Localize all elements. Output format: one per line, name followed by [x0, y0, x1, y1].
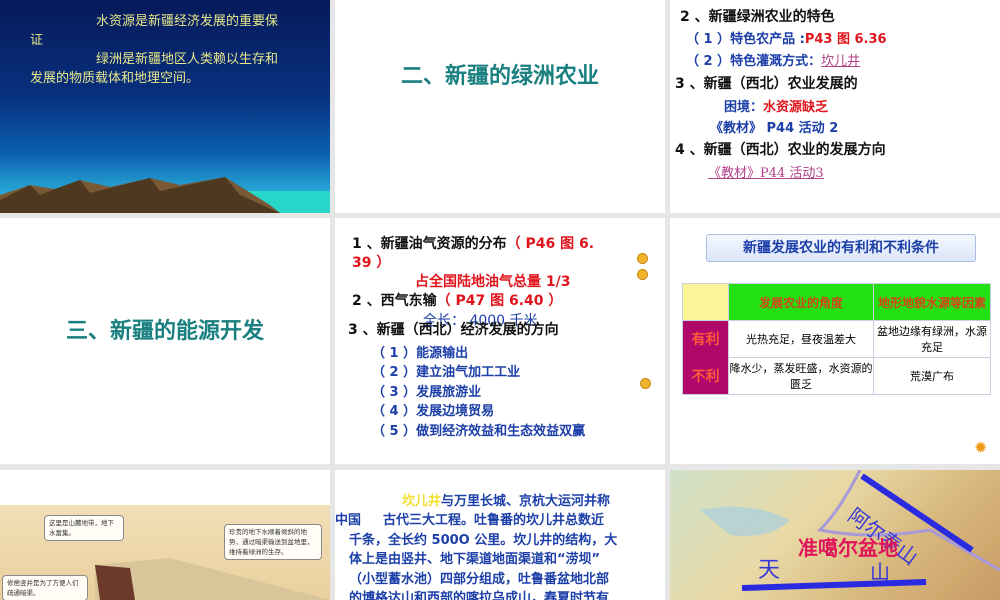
slide-2-thumbnail[interactable]: 二、新疆的绿洲农业 — [335, 0, 665, 213]
col-header: 发展农业的角度 — [727, 283, 875, 321]
slide-1-thumbnail[interactable]: 水资源是新疆经济发展的重要保 证 绿洲是新疆地区人类赖以生存和 发展的物质载体和… — [0, 0, 330, 213]
slide1-line2: 证 — [30, 33, 44, 48]
slide-5-thumbnail[interactable]: 1 、新疆油气资源的分布（ P46 图 6. 39 ） 占全国陆地油气总量 1/… — [335, 218, 665, 464]
sub-item: （ 1 ）能源输出 — [372, 346, 469, 361]
row-label-favorable: 有利 — [682, 320, 729, 358]
item-2: 2 、新疆绿洲农业的特色 — [680, 9, 835, 25]
callout-note: 珍贵的地下水顺着倾斜的地势，通过暗渠输送到盆地里，维持着绿洲的生存。 — [224, 524, 322, 560]
para-line: （小型蓄水池）四部分组成，吐鲁番盆地北部 — [349, 572, 610, 587]
sub2-label: （ 2 ）特色灌溉方式： — [686, 54, 822, 69]
slide-4-thumbnail[interactable]: 三、新疆的能源开发 — [0, 218, 330, 464]
sub-1: （ 1 ）特色农产品 :P43 图 6.36 — [686, 28, 887, 47]
dilemma: 困境：水资源缺乏 — [724, 96, 828, 115]
mountains-illustration — [0, 177, 330, 213]
sub-item: （ 3 ）发展旅游业 — [372, 385, 482, 400]
activity-3-link[interactable]: 《教材》P44 活动3 — [708, 162, 824, 181]
para-line: 的博格达山和西部的喀拉乌成山，春夏时节有 — [349, 591, 610, 600]
slide-6-thumbnail[interactable]: 新疆发展农业的有利和不利条件 发展农业的角度 地形地貌水源等因素 有利 光热充足… — [670, 218, 1000, 464]
smiley-icon — [640, 378, 651, 389]
conditions-table: 发展农业的角度 地形地貌水源等因素 有利 光热充足，昼夜温差大 盆地边缘有绿洲，… — [682, 283, 991, 395]
sub1-label: （ 1 ）特色农产品 : — [686, 32, 805, 47]
shan-label: 山 — [870, 560, 890, 584]
slide-8-thumbnail[interactable]: 坎儿井与万里长城、京杭大运河并称 中国 古代三大工程。吐鲁番的坎儿井总数近 千条，… — [335, 470, 665, 600]
slide4-title: 三、新疆的能源开发 — [65, 319, 264, 344]
sun-icon: ✹ — [974, 438, 988, 457]
banner-title: 新疆发展农业的有利和不利条件 — [706, 234, 976, 262]
slide1-line4: 发展的物质载体和地理空间。 — [30, 71, 200, 86]
callout-note: 修凿竖井是为了方便人们疏通暗渠。 — [2, 575, 88, 600]
slide2-title: 二、新疆的绿洲农业 — [400, 64, 599, 89]
para-line: 体上是由竖井、地下渠道地面渠道和“涝坝” — [349, 552, 601, 567]
smiley-icon — [637, 253, 648, 264]
slide1-line1: 水资源是新疆经济发展的重要保 — [96, 14, 279, 29]
item-2: 2 、西气东输 — [352, 293, 437, 309]
para-line: 古代三大工程。吐鲁番的坎儿井总数近 — [383, 513, 605, 528]
item-4: 4 、新疆（西北）农业的发展方向 — [675, 142, 886, 158]
corner-cell — [682, 283, 729, 321]
smiley-icon — [637, 269, 648, 280]
slide-7-thumbnail[interactable]: 这里是山麓地带，地下水富集。 珍贵的地下水顺着倾斜的地势，通过暗渠输送到盆地里，… — [0, 470, 330, 600]
table-cell: 降水少，蒸发旺盛，水资源的匮乏 — [727, 357, 875, 395]
item2-ref: （ P47 图 6.40 ） — [436, 293, 563, 309]
item1-ref2: 39 ） — [352, 255, 391, 271]
slide1-line3: 绿洲是新疆地区人类赖以生存和 — [96, 52, 279, 67]
sub-item: （ 4 ）发展边境贸易 — [372, 404, 495, 419]
item-1: 1 、新疆油气资源的分布 — [352, 236, 507, 252]
tian-label: 天 — [758, 558, 781, 583]
sub-item: （ 5 ）做到经济效益和生态效益双赢 — [372, 424, 586, 439]
col-header: 地形地貌水源等因素 — [873, 283, 991, 321]
slide-3-thumbnail[interactable]: 2 、新疆绿洲农业的特色 （ 1 ）特色农产品 :P43 图 6.36 （ 2 … — [670, 0, 1000, 213]
item-3: 3 、新疆（西北）经济发展的方向 — [348, 322, 559, 338]
activity-2: 《教材》 P44 活动 2 — [710, 121, 839, 136]
item-3: 3 、新疆（西北）农业发展的 — [675, 76, 858, 92]
karez-highlight: 坎儿井 — [402, 494, 442, 509]
karez-link[interactable]: 坎儿井 — [821, 54, 860, 69]
item1-ref: （ P46 图 6. — [506, 236, 595, 252]
para-line: 千条，全长约 500O 公里。坎儿井的结构，大 — [349, 533, 618, 548]
dilemma-label: 困境： — [724, 100, 764, 115]
slide-9-thumbnail[interactable]: 阿尔泰山 准噶尔盆地 天 山 — [670, 470, 1000, 600]
table-cell: 荒漠广布 — [873, 357, 991, 395]
callout-note: 这里是山麓地带，地下水富集。 — [44, 515, 124, 541]
row-label-unfavorable: 不利 — [682, 357, 729, 395]
sub1-ref: P43 图 6.36 — [804, 32, 887, 47]
para-line: 中国 — [335, 513, 362, 528]
table-cell: 光热充足，昼夜温差大 — [727, 320, 875, 358]
sub-item: （ 2 ）建立油气加工工业 — [372, 365, 521, 380]
sub-2: （ 2 ）特色灌溉方式：坎儿井 — [686, 50, 860, 69]
dilemma-value: 水资源缺乏 — [763, 100, 829, 115]
table-cell: 盆地边缘有绿洲，水源充足 — [873, 320, 991, 358]
para-line: 与万里长城、京杭大运河并称 — [441, 494, 611, 509]
share-note: 占全国陆地油气总量 1/3 — [415, 274, 571, 290]
